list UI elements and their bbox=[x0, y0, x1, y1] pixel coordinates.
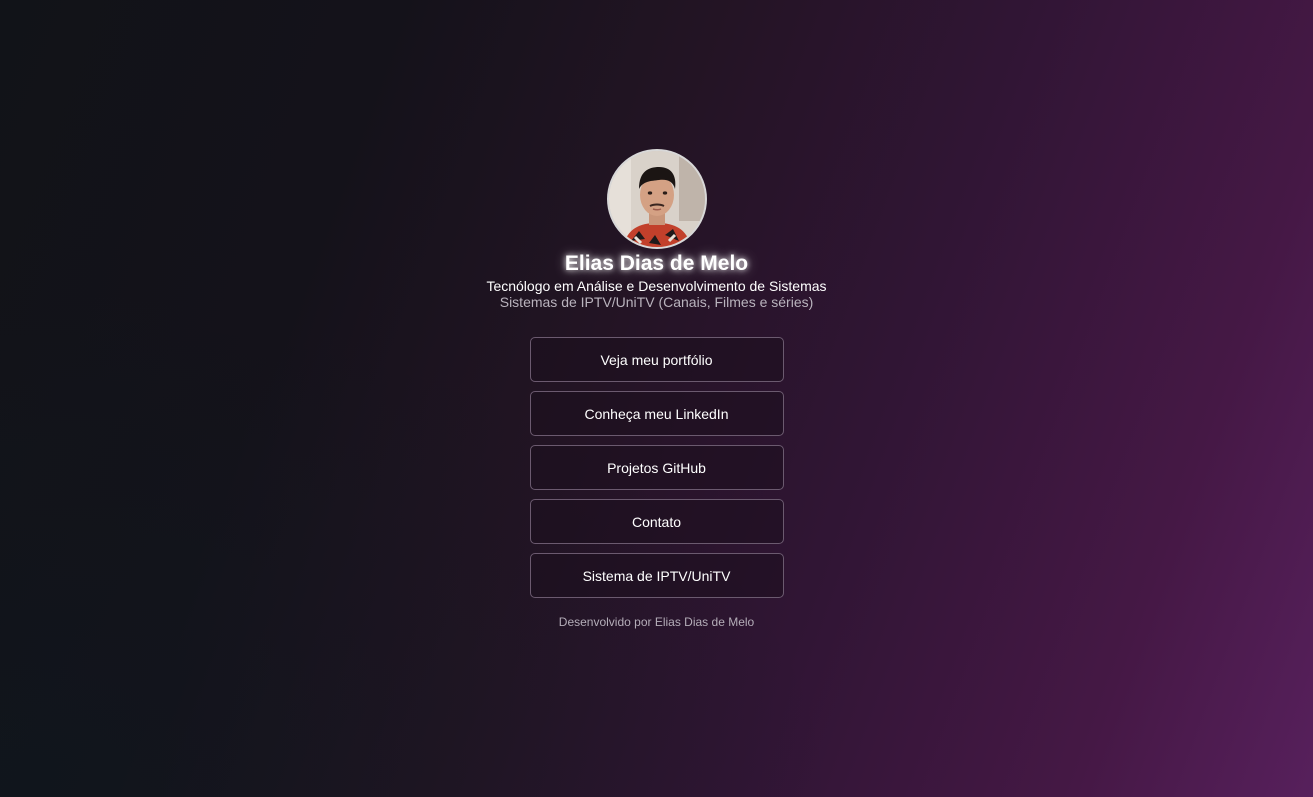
contact-link-button[interactable]: Contato bbox=[529, 499, 784, 544]
github-link-button[interactable]: Projetos GitHub bbox=[529, 445, 784, 490]
footer-credit: Desenvolvido por Elias Dias de Melo bbox=[558, 615, 755, 629]
profile-name: Elias Dias de Melo bbox=[564, 252, 749, 275]
portfolio-link-button[interactable]: Veja meu portfólio bbox=[529, 337, 784, 382]
avatar-photo bbox=[608, 151, 705, 247]
avatar bbox=[606, 149, 707, 249]
linkedin-link-button[interactable]: Conheça meu LinkedIn bbox=[529, 391, 784, 436]
profile-card: Elias Dias de Melo Tecnólogo em Análise … bbox=[0, 149, 1313, 629]
profile-role: Tecnólogo em Análise e Desenvolvimento d… bbox=[486, 278, 827, 294]
link-list: Veja meu portfólio Conheça meu LinkedIn … bbox=[529, 337, 784, 598]
iptv-system-link-button[interactable]: Sistema de IPTV/UniTV bbox=[529, 553, 784, 598]
profile-specialty: Sistemas de IPTV/UniTV (Canais, Filmes e… bbox=[499, 294, 814, 310]
